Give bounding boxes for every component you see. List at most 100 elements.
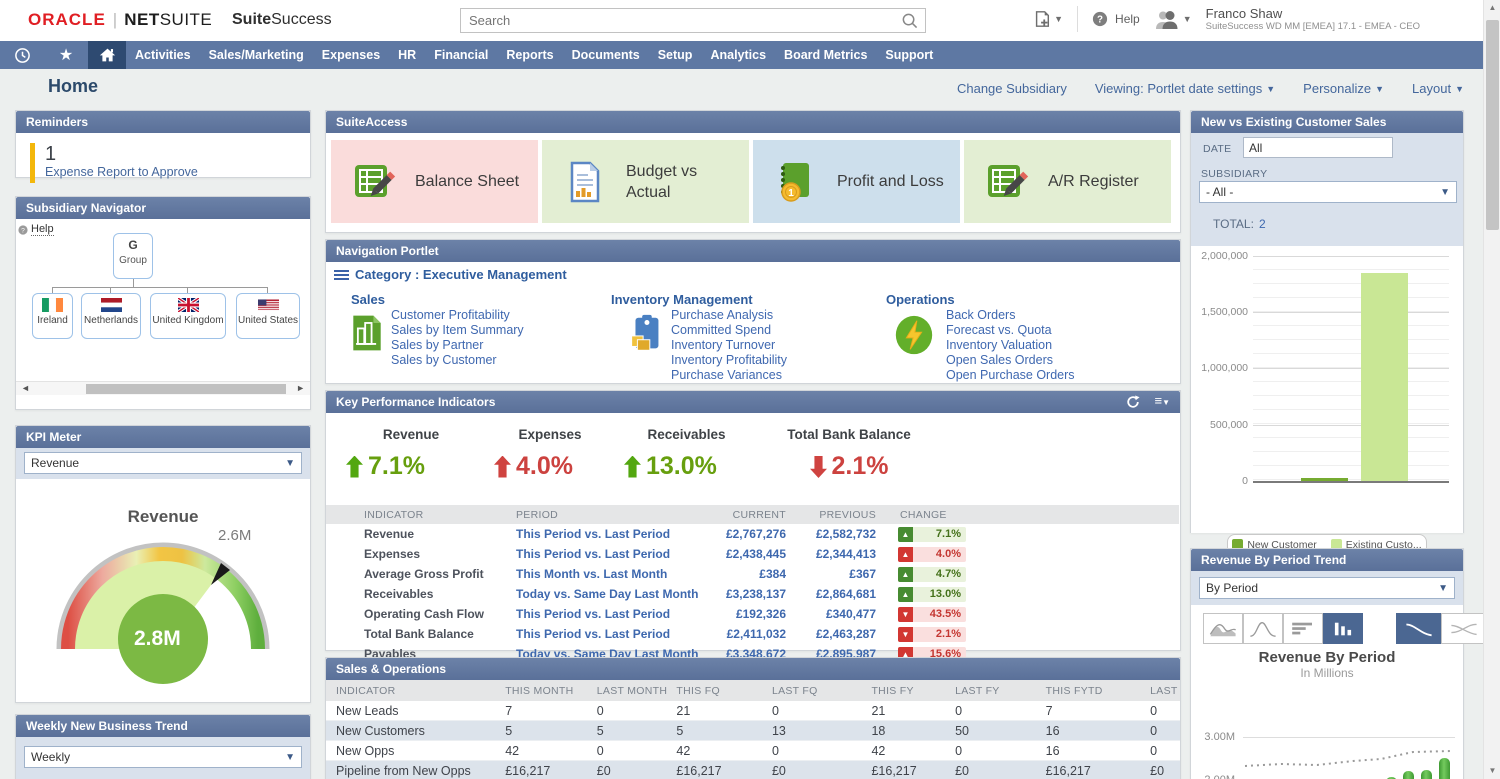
category-selector[interactable]: Category : Executive Management: [334, 267, 567, 282]
change-subsidiary-link[interactable]: Change Subsidiary: [957, 81, 1067, 96]
org-node-group[interactable]: G Group: [113, 233, 153, 279]
table-row[interactable]: New Customers555131850160: [326, 721, 1180, 741]
nav-item-hr[interactable]: HR: [389, 41, 425, 69]
nav-item-expenses[interactable]: Expenses: [313, 41, 389, 69]
nav-item-activities[interactable]: Activities: [126, 41, 200, 69]
link-sales-by-item-summary[interactable]: Sales by Item Summary: [391, 323, 524, 338]
reminders-panel: Reminders 1 Expense Report to Approve: [15, 110, 311, 178]
table-row[interactable]: RevenueThis Period vs. Last Period£2,767…: [326, 524, 1179, 544]
link-committed-spend[interactable]: Committed Spend: [671, 323, 787, 338]
table-row[interactable]: New Leads7021021070: [326, 701, 1180, 721]
table-row[interactable]: ExpensesThis Period vs. Last Period£2,43…: [326, 544, 1179, 564]
nav-item-board-metrics[interactable]: Board Metrics: [775, 41, 876, 69]
kpi-header[interactable]: Key Performance Indicators ≡▼: [326, 391, 1180, 413]
help-link[interactable]: ? Help: [1092, 11, 1140, 27]
link-purchase-variances[interactable]: Purchase Variances: [671, 368, 787, 383]
viewing-menu[interactable]: Viewing: Portlet date settings▼: [1095, 81, 1275, 96]
link-inventory-valuation[interactable]: Inventory Valuation: [946, 338, 1075, 353]
nav-item-support[interactable]: Support: [876, 41, 942, 69]
scroll-up-arrow[interactable]: ▲: [1484, 0, 1500, 16]
nav-item-sales-marketing[interactable]: Sales/Marketing: [200, 41, 313, 69]
bar-existing-customer[interactable]: [1361, 273, 1408, 481]
org-node-united-kingdom[interactable]: United Kingdom: [150, 293, 226, 339]
scroll-left-arrow[interactable]: ◄: [21, 383, 30, 393]
portlet-menu-icon[interactable]: ≡▼: [1154, 390, 1170, 414]
tile-balance-sheet[interactable]: Balance Sheet: [331, 140, 538, 223]
trendline-off-icon[interactable]: [1441, 613, 1486, 644]
link-forecast-vs-quota[interactable]: Forecast vs. Quota: [946, 323, 1075, 338]
org-node-ireland[interactable]: Ireland: [32, 293, 73, 339]
link-purchase-analysis[interactable]: Purchase Analysis: [671, 308, 787, 323]
scroll-down-arrow[interactable]: ▼: [1484, 763, 1500, 779]
nav-item-documents[interactable]: Documents: [563, 41, 649, 69]
horizontal-bar-chart-icon[interactable]: [1283, 613, 1323, 644]
search-input[interactable]: [461, 13, 901, 28]
table-row[interactable]: ReceivablesToday vs. Same Day Last Month…: [326, 584, 1179, 604]
horizontal-scrollbar[interactable]: ◄ ►: [16, 381, 310, 395]
weekly-trend-select[interactable]: Weekly▼: [24, 746, 302, 768]
scrollbar-thumb[interactable]: [86, 384, 286, 394]
kpi-summary-total-bank-balance[interactable]: Total Bank Balance 2.1%: [764, 427, 934, 481]
vertical-bar-chart-icon[interactable]: [1323, 613, 1363, 644]
nav-item-reports[interactable]: Reports: [497, 41, 562, 69]
vertical-scrollbar[interactable]: ▲ ▼: [1483, 0, 1500, 779]
tile-profit-and-loss[interactable]: 1 Profit and Loss: [753, 140, 960, 223]
kpi-meter-select[interactable]: Revenue▼: [24, 452, 302, 474]
spreadsheet-pencil-icon: [984, 159, 1030, 205]
nav-item-analytics[interactable]: Analytics: [701, 41, 775, 69]
trendline-on-icon[interactable]: [1396, 613, 1441, 644]
personalize-menu[interactable]: Personalize▼: [1303, 81, 1384, 96]
recent-records-icon[interactable]: [0, 41, 44, 69]
org-node-united-states[interactable]: United States: [236, 293, 300, 339]
weekly-trend-header[interactable]: Weekly New Business Trend: [16, 715, 310, 737]
user-menu[interactable]: ▼: [1154, 9, 1192, 29]
add-record-icon[interactable]: ▼: [1033, 10, 1063, 28]
nav-item-setup[interactable]: Setup: [649, 41, 702, 69]
link-inventory-profitability[interactable]: Inventory Profitability: [671, 353, 787, 368]
shortcuts-star-icon[interactable]: ★: [44, 41, 88, 69]
table-row[interactable]: Operating Cash FlowThis Period vs. Last …: [326, 604, 1179, 624]
sales-operations-header[interactable]: Sales & Operations: [326, 658, 1180, 680]
kpi-summary-revenue[interactable]: Revenue 7.1%: [346, 427, 476, 481]
revenue-trend-select[interactable]: By Period▼: [1199, 577, 1455, 599]
link-sales-by-customer[interactable]: Sales by Customer: [391, 353, 524, 368]
link-sales-by-partner[interactable]: Sales by Partner: [391, 338, 524, 353]
subsidiary-navigator-header[interactable]: Subsidiary Navigator: [16, 197, 310, 219]
scroll-right-arrow[interactable]: ►: [296, 383, 305, 393]
reminder-link[interactable]: Expense Report to Approve: [45, 165, 198, 179]
scrollbar-thumb[interactable]: [1486, 20, 1499, 230]
suiteaccess-header[interactable]: SuiteAccess: [326, 111, 1180, 133]
new-vs-existing-header[interactable]: New vs Existing Customer Sales: [1191, 111, 1463, 133]
nve-bar-chart: 2,000,000 1,500,000 1,000,000 500,000 0 …: [1191, 246, 1463, 533]
search-icon[interactable]: [901, 12, 925, 30]
nav-item-financial[interactable]: Financial: [425, 41, 497, 69]
refresh-icon[interactable]: [1126, 395, 1140, 409]
chart-type-toolbar: [1203, 613, 1363, 644]
date-field[interactable]: [1243, 137, 1393, 158]
table-row[interactable]: Pipeline from New Opps£16,217£0£16,217£0…: [326, 761, 1180, 779]
kpi-summary-receivables[interactable]: Receivables 13.0%: [624, 427, 749, 481]
link-open-purchase-orders[interactable]: Open Purchase Orders: [946, 368, 1075, 383]
kpi-summary-expenses[interactable]: Expenses 4.0%: [494, 427, 606, 481]
table-row[interactable]: New Opps420420420160: [326, 741, 1180, 761]
kpi-meter-header[interactable]: KPI Meter: [16, 426, 310, 448]
table-row[interactable]: Average Gross ProfitThis Month vs. Last …: [326, 564, 1179, 584]
line-chart-icon[interactable]: [1243, 613, 1283, 644]
revenue-trend-header[interactable]: Revenue By Period Trend: [1191, 549, 1463, 571]
subsidiary-select[interactable]: - All -▼: [1199, 181, 1457, 203]
user-role: SuiteSuccess WD MM [EMEA] 17.1 - EMEA - …: [1206, 21, 1420, 32]
area-chart-icon[interactable]: [1203, 613, 1243, 644]
tile-ar-register[interactable]: A/R Register: [964, 140, 1171, 223]
org-node-netherlands[interactable]: Netherlands: [81, 293, 141, 339]
reminders-header[interactable]: Reminders: [16, 111, 310, 133]
link-customer-profitability[interactable]: Customer Profitability: [391, 308, 524, 323]
link-back-orders[interactable]: Back Orders: [946, 308, 1075, 323]
home-tab[interactable]: [88, 41, 126, 69]
link-open-sales-orders[interactable]: Open Sales Orders: [946, 353, 1075, 368]
tile-budget-vs-actual[interactable]: Budget vs Actual: [542, 140, 749, 223]
layout-menu[interactable]: Layout▼: [1412, 81, 1464, 96]
help-link-small[interactable]: ? Help: [18, 223, 54, 236]
link-inventory-turnover[interactable]: Inventory Turnover: [671, 338, 787, 353]
navigation-portlet-header[interactable]: Navigation Portlet: [326, 240, 1180, 262]
table-row[interactable]: Total Bank BalanceThis Period vs. Last P…: [326, 624, 1179, 644]
